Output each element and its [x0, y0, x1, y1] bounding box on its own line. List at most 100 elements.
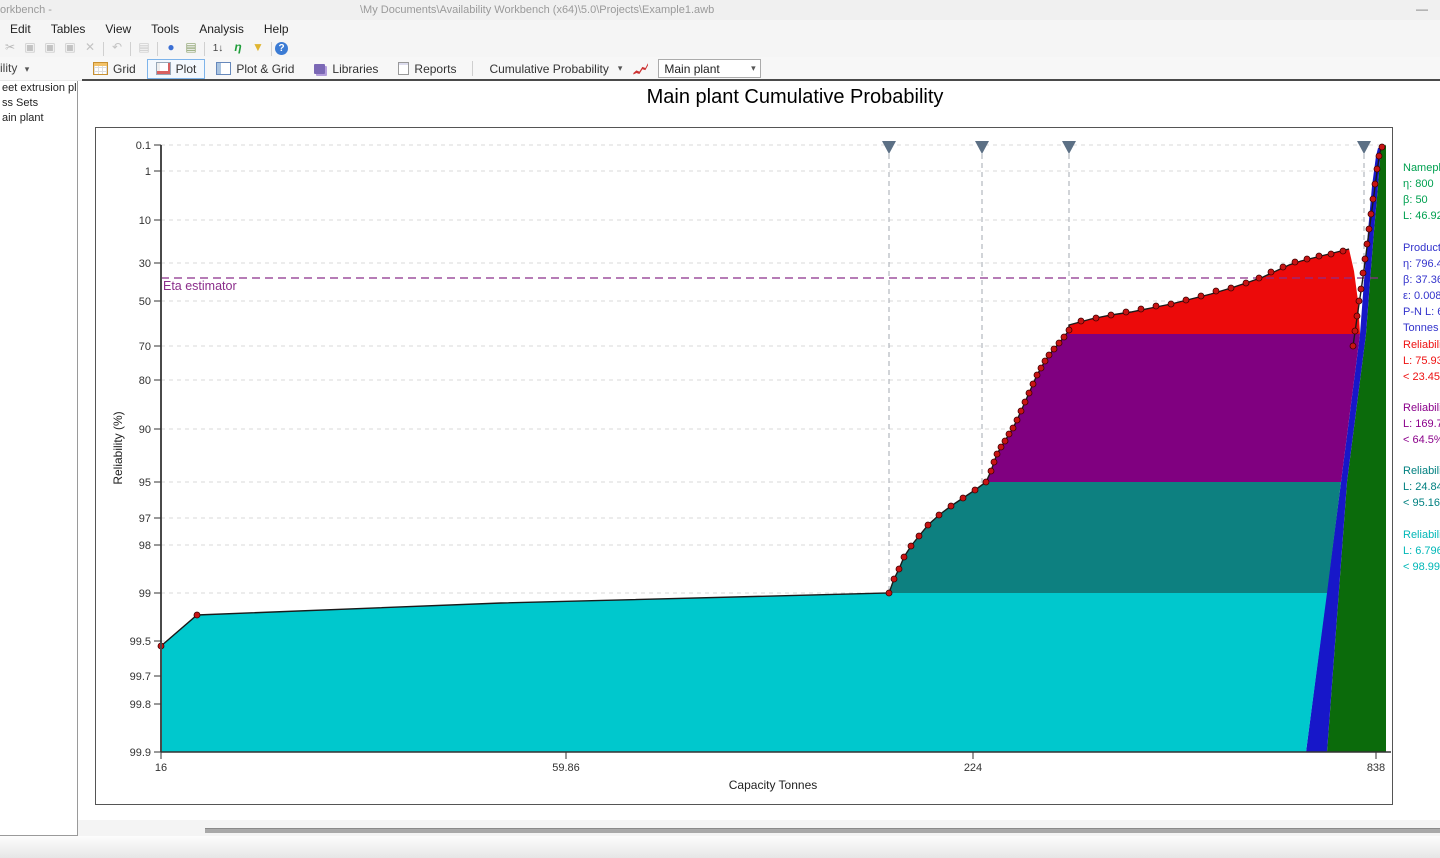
data-point	[1316, 253, 1322, 259]
toolbar-separator	[271, 42, 272, 56]
tab-reports[interactable]: Reports	[389, 59, 465, 79]
percentile-marker-handle[interactable]	[1062, 141, 1076, 154]
tree-item-eet-extrusion-plant[interactable]: eet extrusion plant	[0, 81, 77, 96]
data-point	[1328, 251, 1334, 257]
menu-item-analysis[interactable]: Analysis	[189, 20, 254, 36]
legend-line: < 98.99%	[1403, 559, 1440, 575]
data-point	[1340, 248, 1346, 254]
tab-label: Plot & Grid	[236, 62, 294, 76]
percentile-marker-handle[interactable]	[882, 141, 896, 154]
tree-item-ain-plant[interactable]: ain plant	[0, 111, 77, 126]
toolbar-separator	[130, 42, 131, 56]
plant-selector-combobox[interactable]: Main plant▾	[658, 59, 761, 78]
data-point	[1354, 313, 1360, 319]
legend-line: β: 37.36	[1403, 272, 1440, 288]
region-teal-area	[889, 482, 1341, 593]
menu-item-tools[interactable]: Tools	[141, 20, 189, 36]
paste-special-icon[interactable]: ▣	[60, 38, 80, 54]
tree-item-ss-sets[interactable]: ss Sets	[0, 96, 77, 111]
delete-icon[interactable]: ✕	[80, 38, 100, 54]
data-point	[983, 479, 989, 485]
copy-icon[interactable]: ▣	[20, 38, 40, 54]
tab-libraries[interactable]: Libraries	[305, 59, 387, 79]
cumulative-probability-chart: Eta estimator0.111030507080909597989999.…	[96, 128, 1392, 804]
legend-reliability-cyan: ReliabilityL: 6.796 T< 98.99%	[1403, 527, 1440, 575]
data-point	[1292, 259, 1298, 265]
legend-line: η: 800	[1403, 176, 1440, 192]
menu-item-view[interactable]: View	[95, 20, 141, 36]
y-tick-label: 50	[139, 296, 151, 308]
data-point	[1108, 312, 1114, 318]
y-tick-label: 1	[145, 166, 151, 178]
data-point	[1360, 270, 1366, 276]
toolbar-separator	[103, 42, 104, 56]
y-tick-label: 99	[139, 588, 151, 600]
tab-plot-grid[interactable]: Plot & Grid	[207, 59, 303, 79]
data-point	[1368, 211, 1374, 217]
view-tabs: Grid Plot Plot & Grid LibrariesReports Cumul…	[84, 57, 761, 80]
legend-line: Reliability	[1403, 400, 1440, 416]
percentile-marker-handle[interactable]	[1357, 141, 1371, 154]
plant-selector-value: Main plant	[664, 62, 746, 76]
data-point	[1243, 280, 1249, 286]
data-point	[1022, 399, 1028, 405]
legend-line: L: 6.796 T	[1403, 543, 1440, 559]
data-point	[1379, 144, 1385, 150]
data-point	[1366, 226, 1372, 232]
legend-reliability-teal: ReliabilityL: 24.84 T< 95.16%	[1403, 463, 1440, 511]
pg-icon	[216, 62, 231, 75]
y-tick-label: 98	[139, 540, 151, 552]
menu-item-edit[interactable]: Edit	[0, 20, 41, 36]
data-point	[1228, 285, 1234, 291]
undo-icon[interactable]: ↶	[107, 38, 127, 54]
legend-line: Production	[1403, 240, 1440, 256]
menu-item-tables[interactable]: Tables	[41, 20, 96, 36]
menu-item-help[interactable]: Help	[254, 20, 299, 36]
help-icon[interactable]: ?	[275, 42, 288, 55]
data-point	[1010, 425, 1016, 431]
paste-icon[interactable]: ▣	[40, 38, 60, 54]
data-point	[1018, 408, 1024, 414]
report-doc-icon[interactable]: ▤	[181, 38, 201, 54]
data-point	[991, 459, 997, 465]
data-point	[1350, 343, 1356, 349]
y-tick-label: 95	[139, 477, 151, 489]
data-point	[1198, 293, 1204, 299]
grid-icon	[93, 62, 108, 75]
cut-icon[interactable]: ✂	[0, 38, 20, 54]
plot-type-dropdown[interactable]: Cumulative Probability▾	[480, 59, 631, 79]
data-point	[1362, 256, 1368, 262]
status-strip	[0, 836, 1440, 858]
data-point	[972, 487, 978, 493]
chevron-down-icon[interactable]: ▾	[746, 63, 760, 74]
sort-icon[interactable]: 1↓	[208, 41, 228, 54]
rep-icon	[398, 62, 409, 75]
filter-icon[interactable]: ▼	[248, 38, 268, 54]
data-point	[1256, 275, 1262, 281]
minimize-button[interactable]: —	[1416, 2, 1428, 16]
eta-icon[interactable]: η	[228, 38, 248, 54]
legend-line: Tonnes	[1403, 320, 1440, 336]
plot-style-icon[interactable]	[633, 63, 648, 75]
tab-label: Plot	[176, 62, 197, 76]
tab-grid[interactable]: Grid	[84, 59, 145, 79]
drill-icon[interactable]: ●	[161, 38, 181, 54]
toolbar-separator	[157, 42, 158, 56]
data-point	[994, 451, 1000, 457]
print-icon[interactable]: ▤	[134, 38, 154, 54]
chevron-down-icon: ▾	[618, 63, 623, 74]
project-tree-sidebar: eet extrusion plantss Setsain plant	[0, 81, 78, 836]
window-title-path: \My Documents\Availability Workbench (x6…	[360, 4, 714, 16]
availability-workbench-window: { "window": { "title_left": "orkbench -"…	[0, 0, 1440, 858]
chart-title: Main plant Cumulative Probability	[600, 86, 990, 109]
toolbar-separator	[204, 42, 205, 56]
y-tick-label: 97	[139, 513, 151, 525]
y-tick-label: 99.7	[130, 671, 151, 683]
percentile-marker-handle[interactable]	[975, 141, 989, 154]
legend-line: η: 796.4	[1403, 256, 1440, 272]
availability-module-dropdown[interactable]: ility ▾	[0, 61, 29, 75]
horizontal-scrollbar[interactable]	[205, 828, 1440, 833]
data-point	[1026, 390, 1032, 396]
data-point	[1061, 334, 1067, 340]
tab-plot[interactable]: Plot	[147, 59, 206, 79]
